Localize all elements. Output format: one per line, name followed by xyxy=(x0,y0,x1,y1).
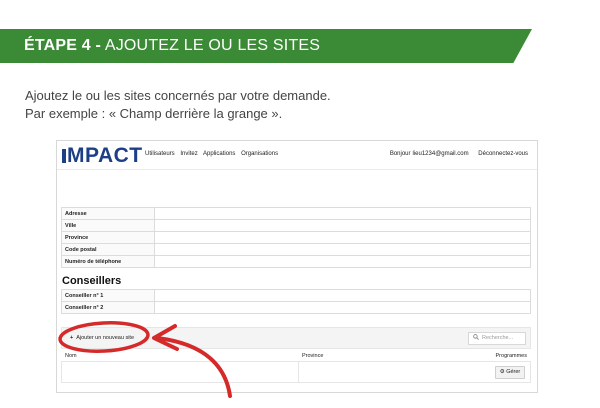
field-label: Adresse xyxy=(61,207,155,220)
impact-logo[interactable]: MPACT xyxy=(62,144,143,168)
advisor-value[interactable] xyxy=(154,289,531,302)
search-placeholder: Recherche... xyxy=(482,335,514,341)
search-input[interactable]: Recherche... xyxy=(468,332,526,345)
advisors-heading: Conseillers xyxy=(62,275,122,287)
user-email: lieu1234@gmail.com xyxy=(412,151,469,157)
nav-users[interactable]: Utilisateurs xyxy=(145,151,175,157)
column-province[interactable]: Province xyxy=(302,353,323,359)
field-value[interactable] xyxy=(154,231,531,244)
advisors-table: Conseiller n° 1 Conseiller n° 2 xyxy=(61,289,531,314)
field-label: Province xyxy=(61,231,155,244)
sites-toolbar: + Ajouter un nouveau site Recherche... xyxy=(61,327,531,349)
manage-label: Gérer xyxy=(506,369,521,375)
field-label: Ville xyxy=(61,219,155,232)
table-row: Ville xyxy=(61,219,531,232)
advisor-label: Conseiller n° 1 xyxy=(61,289,155,302)
advisor-label: Conseiller n° 2 xyxy=(61,301,155,314)
manage-button[interactable]: ⚙ Gérer xyxy=(495,366,525,379)
instruction-line-2: Par exemple : « Champ derrière la grange… xyxy=(25,106,283,121)
field-value[interactable] xyxy=(154,219,531,232)
plus-icon: + xyxy=(70,335,74,341)
table-row: Province xyxy=(61,231,531,244)
table-row: Conseiller n° 2 xyxy=(61,301,531,314)
gear-icon: ⚙ xyxy=(499,369,505,375)
nav-links: Utilisateurs Invitez Applications Organi… xyxy=(145,151,282,157)
instruction-line-1: Ajoutez le ou les sites concernés par vo… xyxy=(25,88,331,103)
step-number: ÉTAPE 4 - xyxy=(24,37,102,54)
greeting: Bonjour xyxy=(389,151,411,157)
nav-applications[interactable]: Applications xyxy=(203,151,235,157)
column-divider xyxy=(298,362,299,382)
advisor-value[interactable] xyxy=(154,301,531,314)
step-banner: ÉTAPE 4 - AJOUTEZ LE OU LES SITES xyxy=(0,29,532,63)
field-label: Code postal xyxy=(61,243,155,256)
nav-invite[interactable]: Invitez xyxy=(180,151,197,157)
logo-text: MPACT xyxy=(67,144,143,167)
table-row: Adresse xyxy=(61,207,531,220)
add-site-button[interactable]: + Ajouter un nouveau site xyxy=(70,335,134,341)
user-area: Bonjour lieu1234@gmail.com Déconnectez-vo… xyxy=(390,151,528,157)
site-info-table: Adresse Ville Province Code postal Numér… xyxy=(61,207,531,268)
app-screenshot: MPACT Utilisateurs Invitez Applications … xyxy=(56,140,538,393)
table-row: ⚙ Gérer xyxy=(61,361,531,383)
column-programs[interactable]: Programmes xyxy=(496,353,527,359)
field-value[interactable] xyxy=(154,207,531,220)
nav-organisations[interactable]: Organisations xyxy=(241,151,278,157)
top-navbar: MPACT Utilisateurs Invitez Applications … xyxy=(57,141,537,170)
instructions: Ajoutez le ou les sites concernés par vo… xyxy=(25,87,331,123)
add-site-label: Ajouter un nouveau site xyxy=(76,335,135,341)
search-icon xyxy=(473,334,479,340)
field-value[interactable] xyxy=(154,255,531,268)
logout-link[interactable]: Déconnectez-vous xyxy=(478,151,528,157)
table-row: Numéro de téléphone xyxy=(61,255,531,268)
logo-bar xyxy=(62,149,66,163)
field-label: Numéro de téléphone xyxy=(61,255,155,268)
table-row: Conseiller n° 1 xyxy=(61,289,531,302)
step-title: AJOUTEZ LE OU LES SITES xyxy=(104,37,321,54)
column-name[interactable]: Nom xyxy=(65,353,77,359)
table-row: Code postal xyxy=(61,243,531,256)
field-value[interactable] xyxy=(154,243,531,256)
